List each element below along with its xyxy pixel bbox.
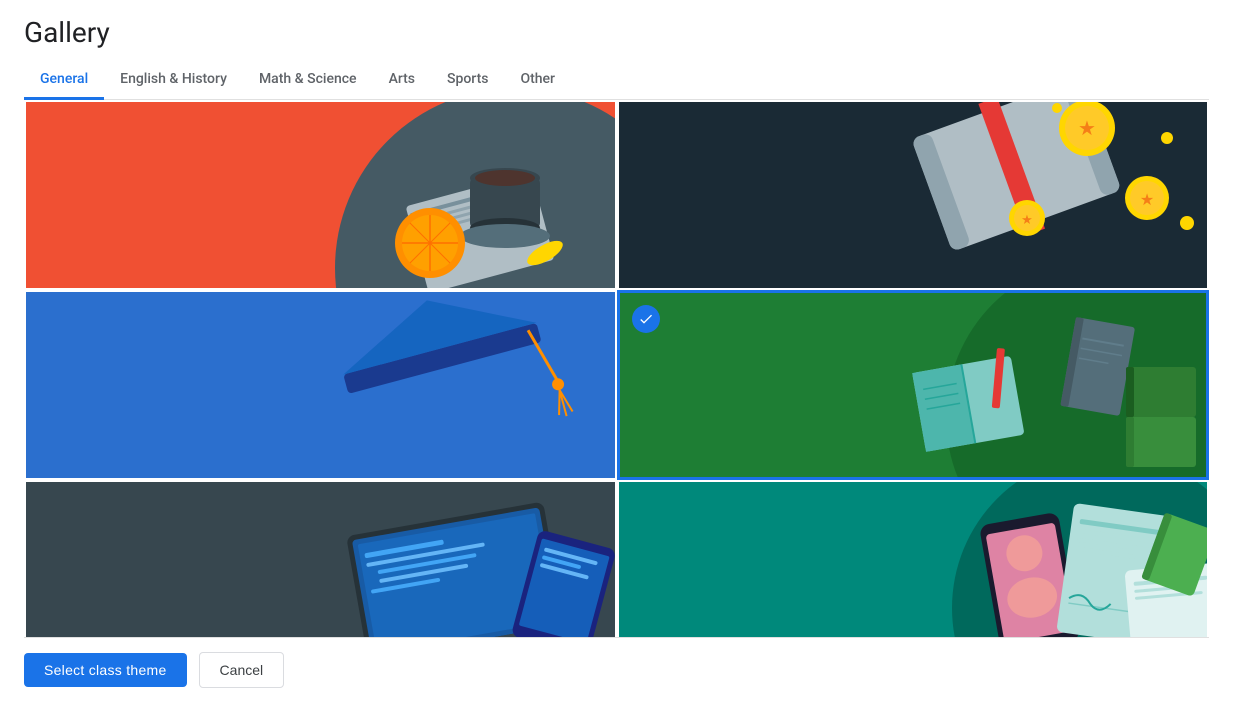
selected-check-badge (632, 305, 660, 333)
cancel-button[interactable]: Cancel (199, 652, 285, 688)
svg-text:★: ★ (1078, 116, 1096, 140)
books-illustration (726, 290, 1206, 477)
svg-text:★: ★ (1021, 213, 1033, 228)
gallery-grid: ★ ★ ★ (24, 100, 1209, 637)
tab-arts[interactable]: Arts (373, 61, 431, 100)
documents-illustration (727, 480, 1207, 637)
tabs-bar: General English & History Math & Science… (24, 61, 1209, 100)
gallery-item-graduation[interactable] (24, 290, 617, 480)
graduation-illustration (195, 290, 615, 478)
bottom-bar: Select class theme Cancel (24, 637, 1209, 702)
gallery-item-documents[interactable] (617, 480, 1210, 637)
gallery-item-books[interactable] (617, 290, 1210, 480)
gallery-item-coffee[interactable] (24, 100, 617, 290)
tab-other[interactable]: Other (504, 61, 571, 100)
page-title: Gallery (24, 16, 1209, 49)
tab-english-history[interactable]: English & History (104, 61, 243, 100)
laptop-illustration (195, 480, 615, 637)
svg-text:★: ★ (1140, 190, 1154, 209)
tab-sports[interactable]: Sports (431, 61, 504, 100)
gallery-item-diploma[interactable]: ★ ★ ★ (617, 100, 1210, 290)
tab-math-science[interactable]: Math & Science (243, 61, 373, 100)
gallery-item-laptop[interactable] (24, 480, 617, 637)
tab-general[interactable]: General (24, 61, 104, 100)
coffee-illustration (235, 100, 615, 288)
select-theme-button[interactable]: Select class theme (24, 653, 187, 687)
diploma-illustration: ★ ★ ★ (707, 100, 1207, 288)
page-container: Gallery General English & History Math &… (0, 0, 1233, 702)
